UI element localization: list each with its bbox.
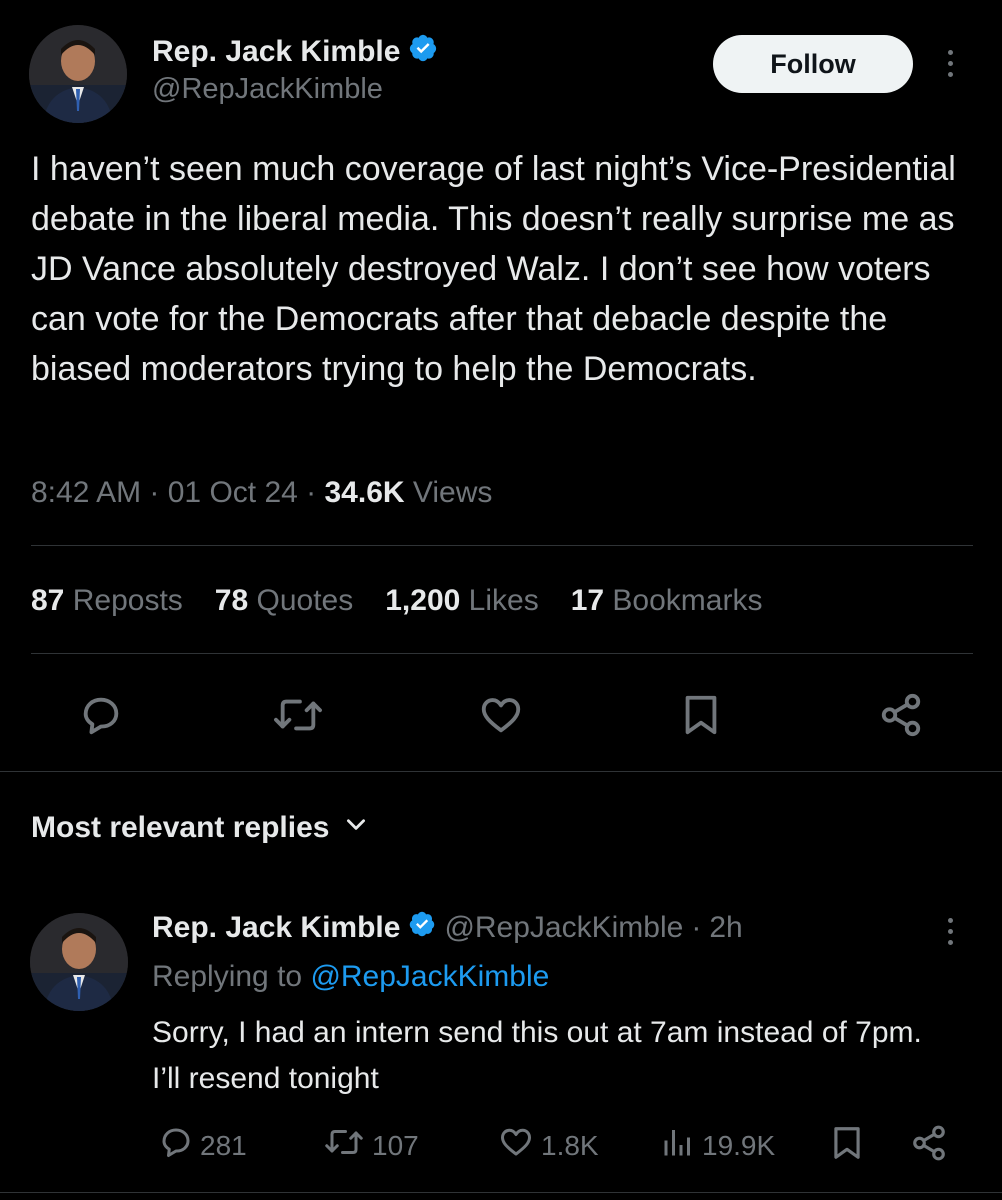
chevron-down-icon xyxy=(343,811,369,845)
author-handle[interactable]: @RepJackKimble xyxy=(152,73,383,106)
replying-to-handle-link[interactable]: @RepJackKimble xyxy=(310,960,549,993)
reply-age[interactable]: 2h xyxy=(709,911,742,945)
repost-icon[interactable] xyxy=(271,692,325,738)
replies-sort-label: Most relevant replies xyxy=(31,811,330,844)
stat-reposts-num: 87 xyxy=(31,584,65,617)
stat-likes-label: Likes xyxy=(468,584,539,617)
follow-button[interactable]: Follow xyxy=(713,35,913,93)
stat-quotes[interactable]: 78 Quotes xyxy=(215,584,353,618)
stat-reposts[interactable]: 87 Reposts xyxy=(31,584,183,618)
divider-top xyxy=(31,545,973,546)
tweet-text: I haven’t seen much coverage of last nig… xyxy=(31,150,956,388)
reply-replies-action[interactable]: 281 xyxy=(158,1124,247,1167)
reply-author-handle[interactable]: @RepJackKimble xyxy=(444,911,683,945)
tweet-date[interactable]: 01 Oct 24 xyxy=(168,476,298,509)
views-analytics-icon xyxy=(660,1124,696,1167)
reply-reposts-count: 107 xyxy=(372,1129,419,1161)
divider-stats xyxy=(31,653,973,654)
reply-icon xyxy=(158,1124,194,1167)
stat-bookmarks-label: Bookmarks xyxy=(612,584,763,617)
more-options-icon[interactable] xyxy=(948,50,953,77)
stat-quotes-num: 78 xyxy=(214,584,249,617)
share-icon[interactable] xyxy=(878,692,924,738)
reply-avatar[interactable] xyxy=(30,913,128,1011)
bookmark-icon[interactable] xyxy=(680,692,722,738)
reply-repost-action[interactable]: 107 xyxy=(322,1124,419,1167)
reply-replies-count: 281 xyxy=(200,1129,247,1161)
reply-header: Rep. Jack Kimble @RepJackKimble · 2h xyxy=(152,910,743,946)
tweet-time: 8:42 AM xyxy=(31,476,142,509)
author-name[interactable]: Rep. Jack Kimble xyxy=(152,33,438,71)
stat-bookmarks[interactable]: 17 Bookmarks xyxy=(571,584,763,618)
reply-text: Sorry, I had an intern send this out at … xyxy=(152,1016,922,1095)
divider-actions xyxy=(0,771,1002,772)
stat-reposts-label: Reposts xyxy=(72,584,183,617)
reply-views-count: 19.9K xyxy=(702,1129,776,1161)
reply-icon[interactable] xyxy=(78,692,124,738)
bookmark-icon[interactable] xyxy=(830,1124,864,1162)
stat-likes-num: 1,200 xyxy=(385,584,461,617)
reply-likes-count: 1.8K xyxy=(541,1129,599,1161)
stat-bookmarks-num: 17 xyxy=(570,584,605,617)
author-name-text[interactable]: Rep. Jack Kimble xyxy=(152,35,400,69)
verified-badge-icon xyxy=(408,33,438,71)
verified-badge-icon xyxy=(408,910,436,946)
replying-to-prefix: Replying to xyxy=(152,960,303,993)
divider-bottom xyxy=(0,1192,1002,1193)
like-icon xyxy=(497,1124,535,1167)
views-count: 34.6K xyxy=(324,476,405,509)
reply-more-options-icon[interactable] xyxy=(948,918,953,945)
author-avatar[interactable] xyxy=(29,25,127,123)
stat-likes[interactable]: 1,200 Likes xyxy=(385,584,538,618)
stats-row: 87 Reposts 78 Quotes 1,200 Likes 17 Book… xyxy=(31,584,762,618)
replies-sort-dropdown[interactable]: Most relevant replies xyxy=(31,811,369,845)
share-icon[interactable] xyxy=(910,1124,948,1162)
reply-author-name[interactable]: Rep. Jack Kimble xyxy=(152,911,400,945)
tweet-meta: 8:42 AM · 01 Oct 24 · 34.6K Views xyxy=(31,476,493,509)
repost-icon xyxy=(322,1124,366,1167)
like-icon[interactable] xyxy=(477,692,525,738)
stat-quotes-label: Quotes xyxy=(256,584,354,617)
reply-like-action[interactable]: 1.8K xyxy=(497,1124,599,1167)
views-label: Views xyxy=(412,476,493,509)
reply-views-action[interactable]: 19.9K xyxy=(660,1124,775,1167)
replying-to: Replying to @RepJackKimble xyxy=(152,960,549,994)
